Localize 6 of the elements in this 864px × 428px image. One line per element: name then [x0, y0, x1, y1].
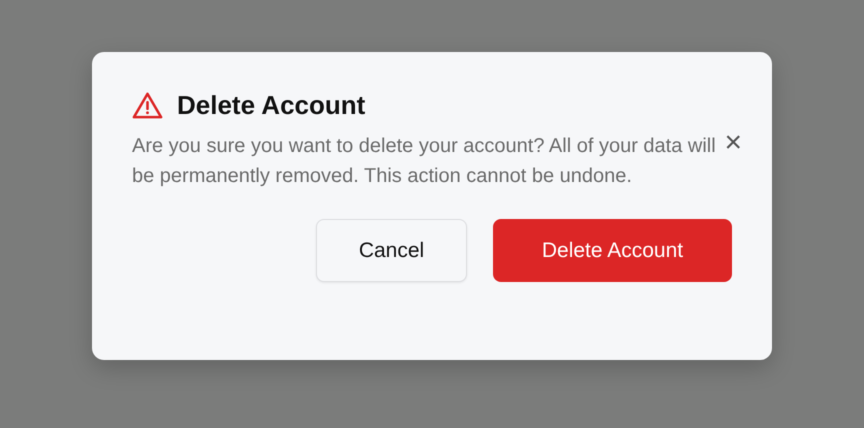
- cancel-button[interactable]: Cancel: [316, 219, 467, 282]
- dialog-message: Are you sure you want to delete your account? All of your data will be permanently removed. This action cannot be undone.: [132, 134, 717, 189]
- warning-icon: [132, 90, 163, 121]
- close-button[interactable]: ×: [724, 128, 742, 158]
- dialog-title: Delete Account: [177, 90, 366, 121]
- delete-button[interactable]: Delete Account: [493, 219, 732, 282]
